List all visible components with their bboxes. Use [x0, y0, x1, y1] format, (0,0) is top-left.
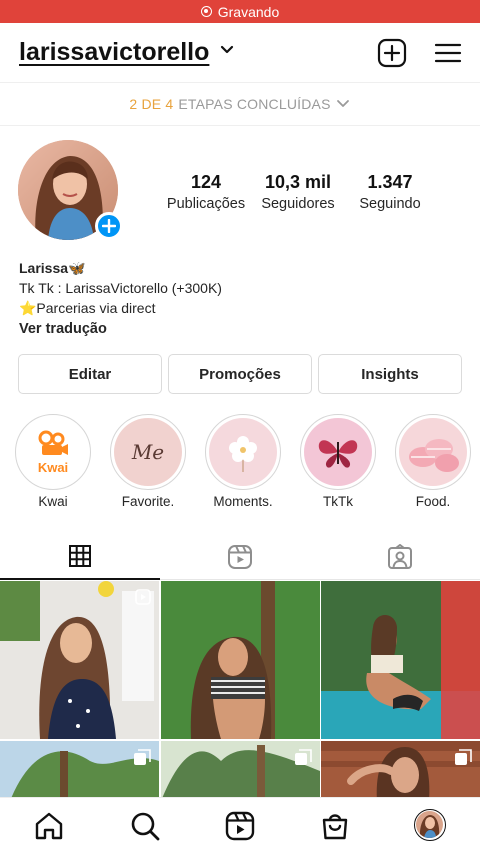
highlight-label: Food.	[415, 494, 451, 509]
post-thumbnail[interactable]	[0, 741, 159, 797]
profile-avatar[interactable]	[18, 140, 123, 242]
bio-line: ⭐Parcerias via direct	[19, 300, 156, 316]
steps-label: ETAPAS CONCLUÍDAS	[178, 96, 331, 112]
see-translation-link[interactable]: Ver tradução	[19, 319, 459, 339]
tab-posts-grid[interactable]	[0, 534, 160, 580]
flower-icon	[209, 418, 277, 486]
bottom-navigation	[0, 797, 480, 852]
followers-label: Seguidores	[261, 196, 335, 212]
post-thumbnail[interactable]	[321, 741, 480, 797]
chevron-down-icon	[336, 100, 349, 107]
post-thumbnail[interactable]	[0, 581, 159, 739]
video-badge-icon	[135, 589, 151, 605]
grid-icon	[69, 545, 91, 567]
highlight-tktk[interactable]: TkTk	[298, 414, 378, 509]
plus-icon	[102, 219, 116, 233]
butterfly-icon	[304, 418, 372, 486]
username-switcher[interactable]: larissavictorello	[19, 38, 209, 67]
posts-count: 124	[190, 172, 222, 192]
record-icon	[200, 6, 212, 17]
reels-icon[interactable]	[224, 810, 256, 842]
story-highlights: Kwai Kwai Me Favorite. Moments. TkTk Foo…	[0, 414, 480, 514]
following-label: Seguindo	[359, 196, 421, 212]
recording-label: Gravando	[217, 3, 280, 20]
post-thumbnail[interactable]	[161, 741, 320, 797]
profile-avatar[interactable]	[414, 809, 446, 841]
edit-profile-button[interactable]: Editar	[18, 354, 162, 394]
display-name: Larissa🦋	[19, 260, 86, 276]
highlight-label: Moments.	[213, 494, 273, 509]
setup-steps-banner[interactable]: 2 DE 4 ETAPAS CONCLUÍDAS	[0, 82, 480, 126]
macaron-icon	[399, 418, 467, 486]
add-post-icon[interactable]	[377, 38, 407, 68]
post-thumbnail[interactable]	[161, 581, 320, 739]
highlight-label: Kwai	[38, 494, 68, 509]
posts-grid	[0, 581, 480, 797]
highlight-label: Favorite.	[121, 494, 175, 509]
profile-actions: Editar Promoções Insights	[18, 354, 462, 394]
posts-label: Publicações	[166, 196, 246, 212]
profile-bio: Larissa🦋 Tk Tk : LarissaVictorello (+300…	[19, 258, 459, 339]
kwai-logo-icon: Kwai	[19, 418, 87, 486]
following-count: 1.347	[367, 172, 413, 192]
add-story-button[interactable]	[95, 212, 123, 240]
reels-icon	[228, 544, 252, 569]
kwai-badge-text: Kwai	[37, 460, 69, 475]
recording-status-bar[interactable]: Gravando	[0, 0, 480, 23]
steps-count: 2 DE 4	[129, 96, 174, 112]
tab-reels[interactable]	[160, 534, 320, 580]
chevron-down-icon[interactable]	[219, 42, 235, 58]
shop-icon[interactable]	[319, 810, 351, 842]
multiple-posts-icon	[295, 749, 312, 765]
bio-line: Tk Tk : LarissaVictorello (+300K)	[19, 280, 222, 296]
multiple-posts-icon	[455, 749, 472, 765]
highlight-cover: Me	[114, 418, 182, 486]
home-icon[interactable]	[33, 810, 65, 842]
highlight-food[interactable]: Food.	[393, 414, 473, 509]
tagged-icon	[388, 543, 412, 569]
profile-header: larissavictorello	[0, 30, 480, 76]
profile-tabs	[0, 534, 480, 580]
promotions-button[interactable]: Promoções	[168, 354, 312, 394]
tab-tagged[interactable]	[320, 534, 480, 580]
search-icon[interactable]	[129, 810, 161, 842]
highlight-favorite[interactable]: Me Favorite.	[108, 414, 188, 509]
multiple-posts-icon	[134, 749, 151, 765]
followers-stat[interactable]: 10,3 mil Seguidores	[252, 172, 344, 212]
posts-stat[interactable]: 124 Publicações	[160, 172, 252, 212]
menu-icon[interactable]	[433, 38, 463, 68]
profile-stats: 124 Publicações 10,3 mil Seguidores 1.34…	[160, 172, 436, 212]
highlight-moments[interactable]: Moments.	[203, 414, 283, 509]
following-stat[interactable]: 1.347 Seguindo	[344, 172, 436, 212]
followers-count: 10,3 mil	[264, 172, 332, 192]
post-thumbnail[interactable]	[321, 581, 480, 739]
insights-button[interactable]: Insights	[318, 354, 462, 394]
highlight-cover-text: Me	[131, 440, 165, 464]
highlight-label: TkTk	[323, 494, 353, 509]
highlight-kwai[interactable]: Kwai Kwai	[13, 414, 93, 509]
